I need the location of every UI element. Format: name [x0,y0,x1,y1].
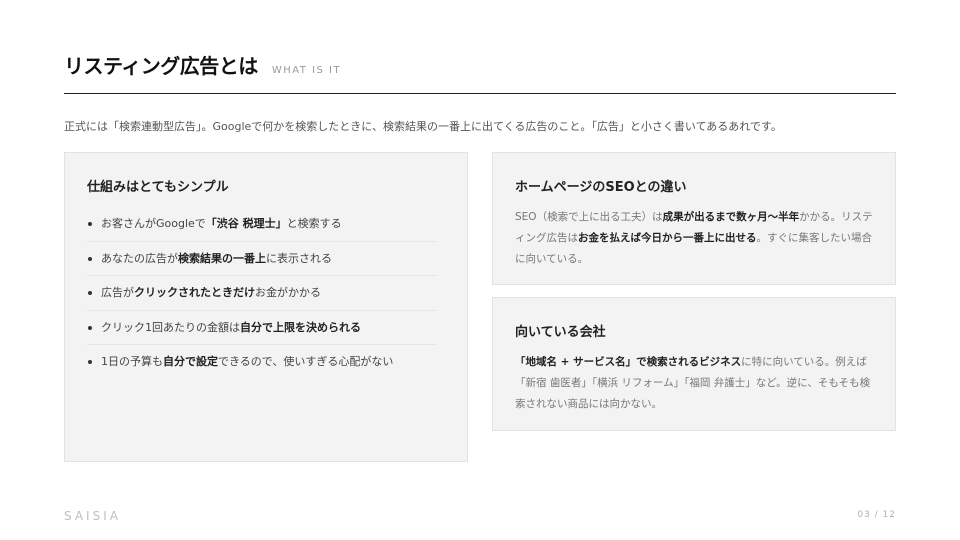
mechanism-card: 仕組みはとてもシンプル お客さんがGoogleで「渋谷 税理士」と検索する あな… [64,152,468,462]
header-divider [64,93,896,94]
lead-text: 正式には「検索連動型広告」。Googleで何かを検索したときに、検索結果の一番上… [64,120,782,133]
page-header: リスティング広告とは WHAT IS IT [64,50,341,79]
page-title: リスティング広告とは [64,54,258,78]
page-subtitle: WHAT IS IT [271,65,342,76]
brand-logo: SAISIA [64,509,121,523]
mechanism-card-title: 仕組みはとてもシンプル [87,180,229,195]
suitable-card-text: 「地域名 + サービス名」で検索されるビジネスに特に向いている。例えば「新宿 歯… [515,356,871,410]
suitable-card-title: 向いている会社 [515,325,606,340]
page-number: 03 / 12 [857,510,896,520]
seo-card-title: ホームページのSEOとの違い [515,180,687,195]
list-item: 1日の予算も自分で設定できるので、使いすぎる心配がない [87,345,437,379]
list-item: 広告がクリックされたときだけお金がかかる [87,276,437,311]
list-item: クリック1回あたりの金額は自分で上限を決められる [87,311,437,345]
seo-card-text: SEO（検索で上に出る工夫）は成果が出るまで数ヶ月〜半年かかる。リスティング広告… [515,211,873,265]
seo-comparison-card: ホームページのSEOとの違い SEO（検索で上に出る工夫）は成果が出るまで数ヶ月… [492,152,896,285]
list-item: お客さんがGoogleで「渋谷 税理士」と検索する [87,207,437,242]
mechanism-list: お客さんがGoogleで「渋谷 税理士」と検索する あなたの広告が検索結果の一番… [87,207,437,379]
list-item: あなたの広告が検索結果の一番上に表示される [87,242,437,276]
suitable-company-card: 向いている会社 「地域名 + サービス名」で検索されるビジネスに特に向いている。… [492,297,896,431]
